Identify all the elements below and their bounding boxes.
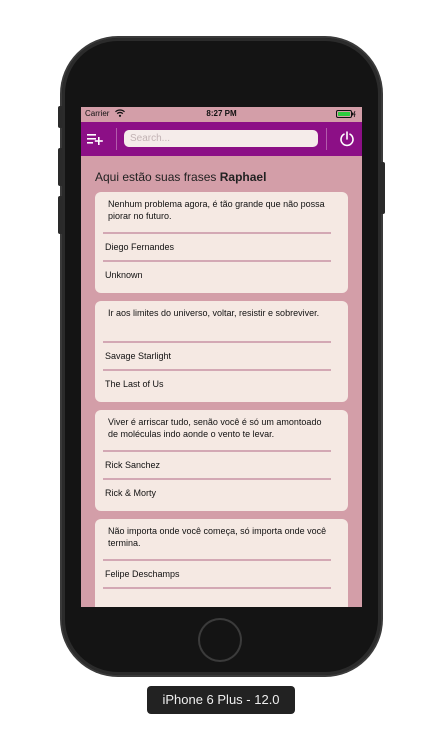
quote-text: Não importa onde você começa, só importa… <box>108 526 327 548</box>
author-divider <box>103 260 331 262</box>
app-screen: Carrier 8:27 PM Aqui estã <box>81 107 362 607</box>
nav-divider-left <box>116 128 117 150</box>
user-name: Raphael <box>219 170 267 184</box>
quote-text: Ir aos limites do universo, voltar, resi… <box>108 308 320 318</box>
quote-author: Diego Fernandes <box>105 242 175 252</box>
add-list-icon[interactable] <box>87 131 103 147</box>
quote-author: Savage Starlight <box>105 351 172 361</box>
nav-divider-right <box>326 128 327 150</box>
battery-icon <box>336 110 356 118</box>
device-label: iPhone 6 Plus - 12.0 <box>147 686 295 714</box>
volume-down-button <box>58 196 63 234</box>
author-divider <box>103 369 331 371</box>
quote-divider <box>103 232 331 234</box>
quote-source: Unknown <box>105 270 143 280</box>
quote-divider <box>103 559 331 561</box>
author-divider <box>103 587 331 589</box>
quote-card[interactable]: Ir aos limites do universo, voltar, resi… <box>95 301 348 402</box>
nav-bar <box>81 122 362 156</box>
quote-text: Nenhum problema agora, é tão grande que … <box>108 199 325 221</box>
power-icon[interactable] <box>339 131 355 147</box>
quote-author: Felipe Deschamps <box>105 569 180 579</box>
power-side-button <box>380 162 385 214</box>
quote-source: The Last of Us <box>105 379 164 389</box>
clock: 8:27 PM <box>206 109 237 118</box>
volume-up-button <box>58 148 63 186</box>
quote-text: Viver é arriscar tudo, senão você é só u… <box>108 417 322 439</box>
quote-divider <box>103 450 331 452</box>
greeting-text: Aqui estão suas frases <box>95 170 217 184</box>
author-divider <box>103 478 331 480</box>
quote-divider <box>103 341 331 343</box>
silent-switch <box>58 106 63 128</box>
quote-card[interactable]: Viver é arriscar tudo, senão você é só u… <box>95 410 348 511</box>
quote-card[interactable]: Não importa onde você começa, só importa… <box>95 519 348 607</box>
home-button[interactable] <box>200 620 240 660</box>
quote-card[interactable]: Nenhum problema agora, é tão grande que … <box>95 192 348 293</box>
status-bar: Carrier 8:27 PM <box>81 107 362 122</box>
quote-author: Rick Sanchez <box>105 460 161 470</box>
greeting-heading: Aqui estão suas frases Raphael <box>95 170 266 184</box>
quote-source: Rick & Morty <box>105 488 157 498</box>
search-input[interactable] <box>124 130 318 147</box>
